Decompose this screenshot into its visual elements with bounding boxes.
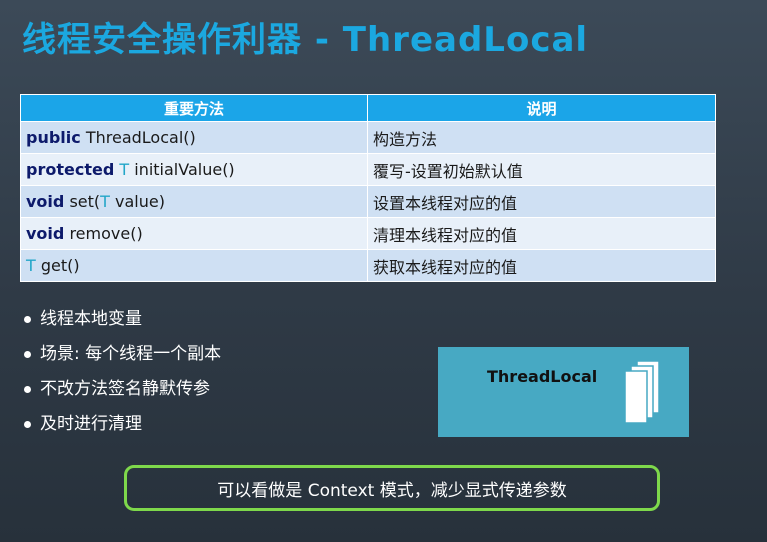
table-row: T get() 获取本线程对应的值 <box>20 249 716 282</box>
bullet-text: 不改方法签名静默传参 <box>40 379 210 399</box>
page-title: 线程安全操作利器 - ThreadLocal <box>22 20 589 60</box>
list-item: 不改方法签名静默传参 <box>22 376 221 411</box>
bullet-dot-icon <box>24 316 31 323</box>
header-method: 重要方法 <box>20 94 368 122</box>
list-item: 场景: 每个线程一个副本 <box>22 341 221 376</box>
method-type: T <box>119 160 130 179</box>
table-row: void set(T value) 设置本线程对应的值 <box>20 185 716 218</box>
threadlocal-label: ThreadLocal <box>487 367 598 386</box>
description-cell: 获取本线程对应的值 <box>367 249 716 282</box>
method-keyword: protected <box>26 160 115 179</box>
bullet-dot-icon <box>24 386 31 393</box>
method-keyword: public <box>26 128 81 147</box>
header-description: 说明 <box>367 94 716 122</box>
method-signature: set( <box>69 192 101 211</box>
method-cell: public ThreadLocal() <box>20 121 368 154</box>
threadlocal-box: ThreadLocal <box>438 347 689 437</box>
list-item: 及时进行清理 <box>22 411 221 446</box>
method-cell: protected T initialValue() <box>20 153 368 186</box>
summary-callout: 可以看做是 Context 模式，减少显式传递参数 <box>124 465 660 511</box>
table-header-row: 重要方法 说明 <box>20 94 716 122</box>
method-signature: ThreadLocal() <box>85 128 196 147</box>
method-signature: get() <box>40 256 80 275</box>
stacked-pages-icon <box>624 360 660 424</box>
description-cell: 构造方法 <box>367 121 716 154</box>
method-cell: void remove() <box>20 217 368 250</box>
method-signature: initialValue() <box>134 160 235 179</box>
method-cell: void set(T value) <box>20 185 368 218</box>
bullet-dot-icon <box>24 351 31 358</box>
bullet-text: 场景: 每个线程一个副本 <box>40 344 222 364</box>
method-signature: remove() <box>69 224 143 243</box>
methods-table: 重要方法 说明 public ThreadLocal() 构造方法 protec… <box>20 94 716 282</box>
method-keyword: void <box>26 224 65 243</box>
method-cell: T get() <box>20 249 368 282</box>
description-cell: 清理本线程对应的值 <box>367 217 716 250</box>
bullet-dot-icon <box>24 421 31 428</box>
table-row: protected T initialValue() 覆写-设置初始默认值 <box>20 153 716 186</box>
method-type: T <box>100 192 110 211</box>
list-item: 线程本地变量 <box>22 306 221 341</box>
table-row: public ThreadLocal() 构造方法 <box>20 121 716 154</box>
method-signature-rest: value) <box>115 192 165 211</box>
table-row: void remove() 清理本线程对应的值 <box>20 217 716 250</box>
method-keyword: void <box>26 192 65 211</box>
description-cell: 设置本线程对应的值 <box>367 185 716 218</box>
bullet-list: 线程本地变量 场景: 每个线程一个副本 不改方法签名静默传参 及时进行清理 <box>22 306 221 446</box>
method-type: T <box>26 256 36 275</box>
bullet-text: 及时进行清理 <box>40 414 142 434</box>
description-cell: 覆写-设置初始默认值 <box>367 153 716 186</box>
bullet-text: 线程本地变量 <box>40 309 142 329</box>
